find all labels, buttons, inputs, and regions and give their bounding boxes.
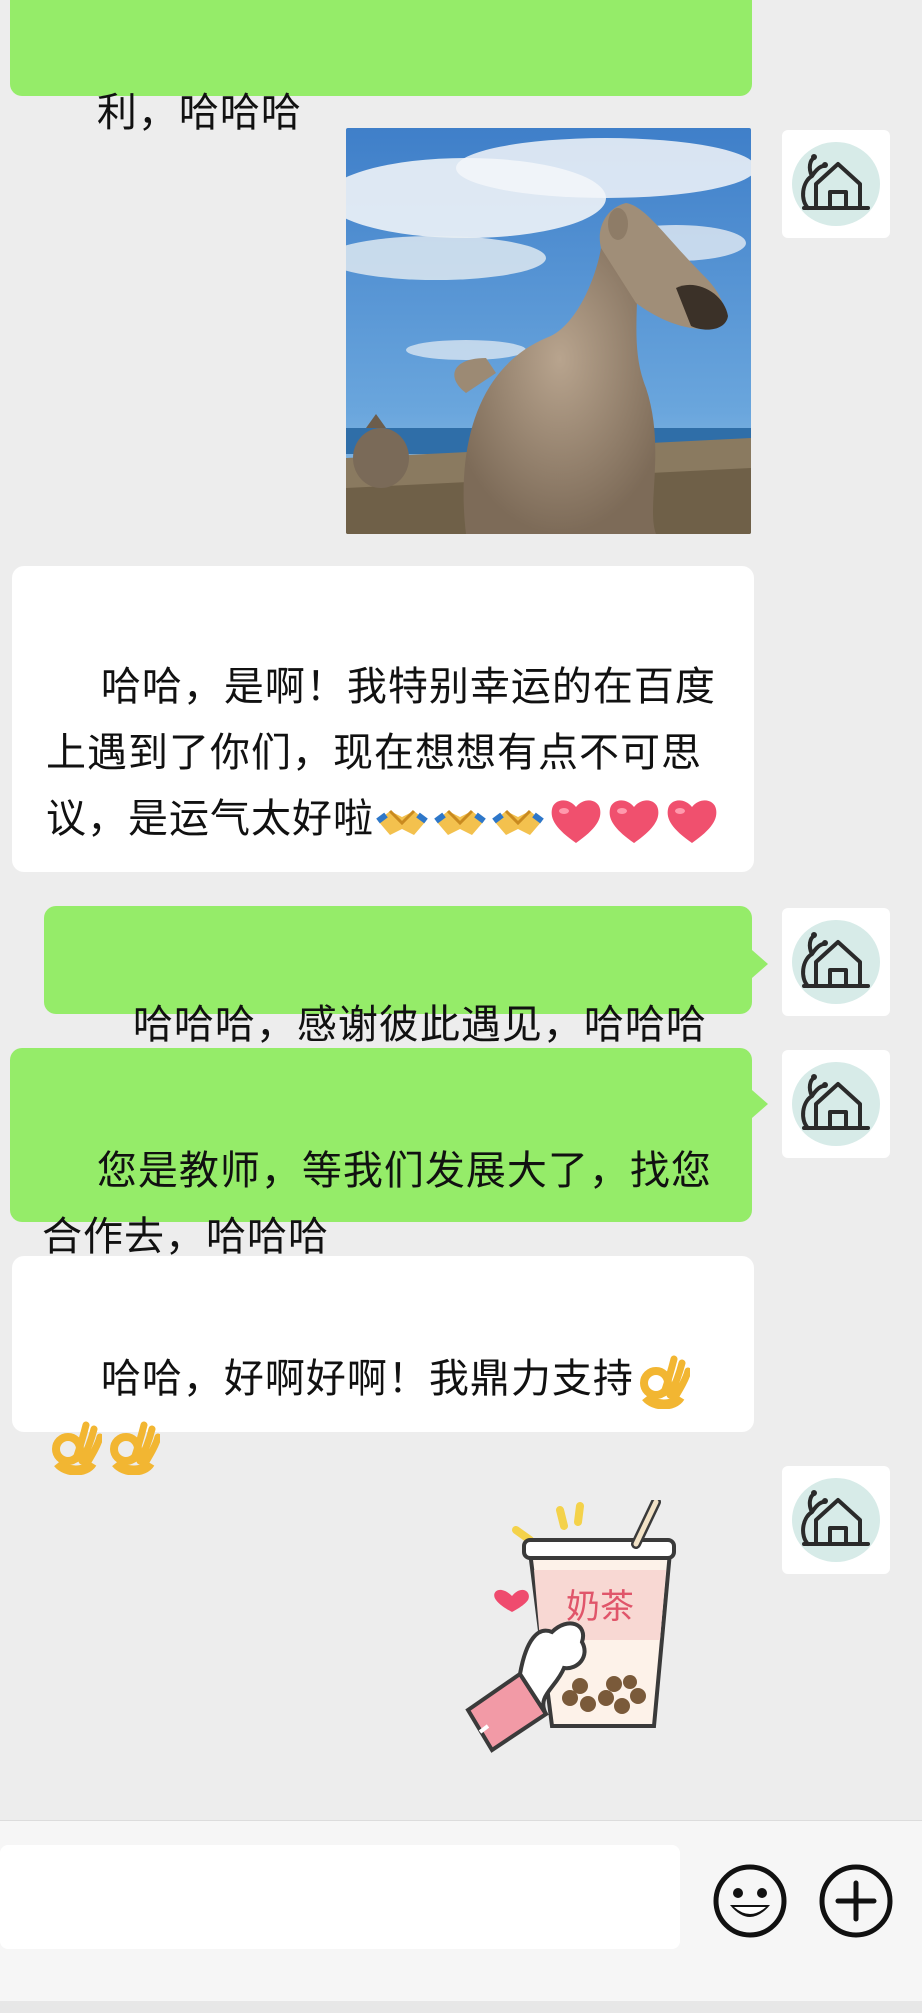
plus-circle-icon xyxy=(819,1864,893,1938)
message-bubble[interactable]: 利，哈哈哈 xyxy=(10,0,752,136)
heart-emoji xyxy=(548,793,604,849)
kangaroo-photo[interactable] xyxy=(346,128,751,534)
snail-house-icon xyxy=(801,154,870,210)
avatar[interactable] xyxy=(782,908,890,1016)
avatar[interactable] xyxy=(782,1050,890,1158)
message-text: 哈哈哈，感谢彼此遇见，哈哈哈 xyxy=(132,1002,707,1048)
message-bubble[interactable]: 哈哈，是啊！我特别幸运的在百度上遇到了你们，现在想想有点不可思议，是运气太好啦 xyxy=(12,566,754,872)
ok-hand-emoji xyxy=(46,1419,104,1476)
message-text: 哈哈，好啊好啊！我鼎力支持 xyxy=(100,1356,634,1402)
handshake-emoji xyxy=(432,793,488,849)
smiley-icon xyxy=(713,1864,787,1938)
message-bubble[interactable]: 哈哈哈，感谢彼此遇见，哈哈哈 xyxy=(44,906,752,1048)
snail-house-icon xyxy=(801,1490,870,1546)
message-bubble[interactable]: 您是教师，等我们发展大了，找您合作去，哈哈哈 xyxy=(10,1048,752,1260)
snail-house-icon xyxy=(801,1074,870,1130)
chat-history[interactable]: 利，哈哈哈 哈哈，是啊！我特别幸运的在百度上遇到了你们，现在想想有点不可思议，是… xyxy=(0,0,922,1820)
emoji-button[interactable] xyxy=(710,1861,790,1941)
bottom-edge xyxy=(0,2001,922,2013)
snail-house-icon xyxy=(801,932,870,988)
heart-emoji xyxy=(664,793,720,849)
bubble-tail xyxy=(752,1090,768,1118)
ok-hand-emoji xyxy=(104,1419,162,1476)
avatar[interactable] xyxy=(782,130,890,238)
chat-input-bar xyxy=(0,1820,922,2013)
avatar[interactable] xyxy=(782,1466,890,1574)
ok-hand-emoji xyxy=(634,1353,692,1410)
message-text: 利，哈哈哈 xyxy=(96,90,302,136)
milk-tea-sticker[interactable]: 奶茶 xyxy=(460,1497,690,1770)
handshake-emoji xyxy=(374,793,430,849)
message-text: 您是教师，等我们发展大了，找您合作去，哈哈哈 xyxy=(42,1148,712,1260)
handshake-emoji xyxy=(490,793,546,849)
heart-emoji xyxy=(606,793,662,849)
message-input[interactable] xyxy=(0,1845,680,1949)
more-button[interactable] xyxy=(816,1861,896,1941)
sticker-label: 奶茶 xyxy=(566,1587,634,1627)
message-bubble[interactable]: 哈哈，好啊好啊！我鼎力支持 xyxy=(12,1256,754,1476)
bubble-tail xyxy=(752,950,768,978)
